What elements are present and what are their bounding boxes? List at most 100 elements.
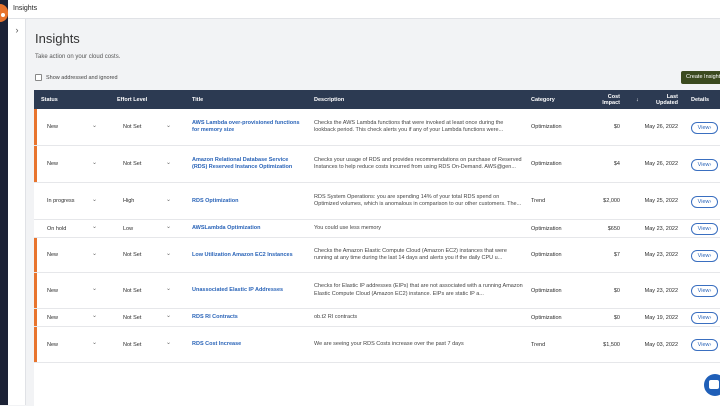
table-row[interactable]: New Not Set Unassociated Elastic IP Addres… <box>34 273 720 309</box>
show-addressed-checkbox[interactable] <box>35 74 42 81</box>
effort-select[interactable]: Not Set <box>123 161 141 167</box>
last-updated-value-cell: May 23, 2022 <box>632 220 678 237</box>
category-value-cell: Optimization <box>531 238 581 272</box>
cost-impact-value: $1,500 <box>603 341 620 348</box>
chevron-down-icon[interactable]: ⌄ <box>166 223 171 230</box>
view-details-button[interactable]: View › <box>691 223 718 235</box>
chevron-down-icon[interactable]: ⌄ <box>92 312 97 319</box>
insight-title-link[interactable]: RDS Cost Increase <box>192 341 241 348</box>
col-category[interactable]: Category <box>531 90 581 109</box>
view-details-button[interactable]: View › <box>691 121 718 134</box>
sort-arrow-down-icon[interactable]: ↓ <box>636 90 644 109</box>
col-title[interactable]: Title <box>192 90 292 109</box>
last-updated-value-cell: May 19, 2022 <box>632 309 678 326</box>
insight-title-link[interactable]: RDS Optimization <box>192 198 238 205</box>
chevron-down-icon[interactable]: ⌄ <box>92 339 97 346</box>
insight-title-link-cell[interactable]: AWSLambda Optimization <box>192 220 304 237</box>
category-value: Optimization <box>531 124 562 130</box>
view-details-button[interactable]: View › <box>691 339 718 351</box>
table-row[interactable]: New Not Set Low Utilization Amazon EC2 Ins… <box>34 238 720 273</box>
insight-title-link-cell[interactable]: RDS RI Contracts <box>192 309 304 326</box>
insight-title-link[interactable]: Low Utilization Amazon EC2 Instances <box>192 252 293 259</box>
show-addressed-toggle[interactable]: Show addressed and ignored <box>35 74 118 81</box>
chevron-down-icon[interactable]: ⌄ <box>166 250 171 257</box>
insight-description-cell: Checks the Amazon Elastic Compute Cloud … <box>314 238 524 272</box>
cost-impact-value-cell: $650 <box>590 220 620 237</box>
chevron-down-icon[interactable]: ⌄ <box>166 122 171 129</box>
view-details-button[interactable]: View › <box>691 285 718 297</box>
col-cost-impact[interactable]: Cost Impact <box>598 90 620 109</box>
insight-title-link[interactable]: RDS RI Contracts <box>192 314 238 321</box>
page-subtitle: Take action on your cloud costs. <box>35 54 121 60</box>
chevron-right-icon: › <box>709 315 712 321</box>
status-select[interactable]: New <box>47 342 58 348</box>
chevron-right-icon: › <box>709 161 712 168</box>
effort-select[interactable]: High <box>123 198 134 204</box>
effort-select[interactable]: Not Set <box>123 288 141 294</box>
app-rail <box>0 0 8 405</box>
chevron-down-icon[interactable]: ⌄ <box>166 339 171 346</box>
insight-title-link-cell[interactable]: Unassociated Elastic IP Addresses <box>192 273 304 308</box>
table-row[interactable]: New Not Set RDS Cost Increase We are seeing… <box>34 327 720 363</box>
status-select[interactable]: New <box>47 124 58 130</box>
category-value: Optimization <box>531 161 562 167</box>
insight-title-link-cell[interactable]: RDS Cost Increase <box>192 327 304 362</box>
table-row[interactable]: On hold Low AWSLambda Optimization You coul… <box>34 220 720 238</box>
status-select[interactable]: New <box>47 288 58 294</box>
status-select[interactable]: New <box>47 315 58 321</box>
chevron-down-icon[interactable]: ⌄ <box>92 159 97 166</box>
table-row[interactable]: In progress High RDS Optimization RDS Syste… <box>34 183 720 220</box>
chevron-down-icon[interactable]: ⌄ <box>92 285 97 292</box>
new-indicator-bar <box>34 273 37 308</box>
chevron-down-icon[interactable]: ⌄ <box>92 122 97 129</box>
col-last-updated[interactable]: Last Updated <box>650 90 678 109</box>
chat-icon <box>709 380 719 389</box>
col-description[interactable]: Description <box>314 90 414 109</box>
effort-select[interactable]: Not Set <box>123 124 141 130</box>
insight-title-link-cell[interactable]: Low Utilization Amazon EC2 Instances <box>192 238 304 272</box>
chevron-down-icon[interactable]: ⌄ <box>166 159 171 166</box>
create-insight-button[interactable]: Create Insight <box>681 71 720 84</box>
view-details-button[interactable]: View › <box>691 158 718 171</box>
app-logo[interactable] <box>0 4 8 22</box>
chat-button[interactable] <box>704 374 720 396</box>
chevron-down-icon[interactable]: ⌄ <box>166 285 171 292</box>
chevron-down-icon[interactable]: ⌄ <box>92 223 97 230</box>
cost-impact-value-cell: $4 <box>590 146 620 182</box>
status-select[interactable]: New <box>47 161 58 167</box>
new-indicator-bar <box>34 309 37 326</box>
col-effort[interactable]: Effort Level <box>117 90 177 109</box>
expand-sidebar-button[interactable]: › <box>11 24 23 36</box>
status-select[interactable]: On hold <box>47 226 66 232</box>
col-status[interactable]: Status <box>41 90 101 109</box>
status-select[interactable]: New <box>47 252 58 258</box>
chevron-down-icon[interactable]: ⌄ <box>166 196 171 203</box>
view-details-button[interactable]: View › <box>691 249 718 262</box>
effort-select[interactable]: Not Set <box>123 252 141 258</box>
chevron-down-icon[interactable]: ⌄ <box>92 196 97 203</box>
chevron-down-icon[interactable]: ⌄ <box>92 250 97 257</box>
table-row[interactable]: New Not Set AWS Lambda over-provisioned fu… <box>34 109 720 146</box>
insight-title-link-cell[interactable]: AWS Lambda over-provisioned functions fo… <box>192 109 304 145</box>
view-details-button[interactable]: View › <box>691 195 718 208</box>
effort-select[interactable]: Low <box>123 226 133 232</box>
table-row[interactable]: New Not Set RDS RI Contracts ob.t2 RI contr… <box>34 309 720 327</box>
chevron-down-icon[interactable]: ⌄ <box>166 312 171 319</box>
effort-select[interactable]: Not Set <box>123 342 141 348</box>
effort-select[interactable]: Not Set <box>123 315 141 321</box>
insight-title-link[interactable]: AWS Lambda over-provisioned functions fo… <box>192 120 304 134</box>
cost-impact-value-cell: $2,000 <box>590 183 620 219</box>
insight-title-link-cell[interactable]: Amazon Relational Database Service (RDS)… <box>192 146 304 182</box>
view-details-button[interactable]: View › <box>691 312 718 324</box>
status-select[interactable]: In progress <box>47 198 75 204</box>
logo-dot <box>1 13 5 17</box>
insight-title-link[interactable]: Amazon Relational Database Service (RDS)… <box>192 157 304 171</box>
view-label: View <box>697 226 710 232</box>
insight-title-link[interactable]: AWSLambda Optimization <box>192 225 260 232</box>
insight-title-link-cell[interactable]: RDS Optimization <box>192 183 304 219</box>
insight-title-link[interactable]: Unassociated Elastic IP Addresses <box>192 287 283 294</box>
insight-description-cell: Checks the AWS Lambda functions that wer… <box>314 109 524 145</box>
cost-impact-value-cell: $0 <box>590 273 620 308</box>
last-updated-value-cell: May 25, 2022 <box>632 183 678 219</box>
table-row[interactable]: New Not Set Amazon Relational Database Ser… <box>34 146 720 183</box>
